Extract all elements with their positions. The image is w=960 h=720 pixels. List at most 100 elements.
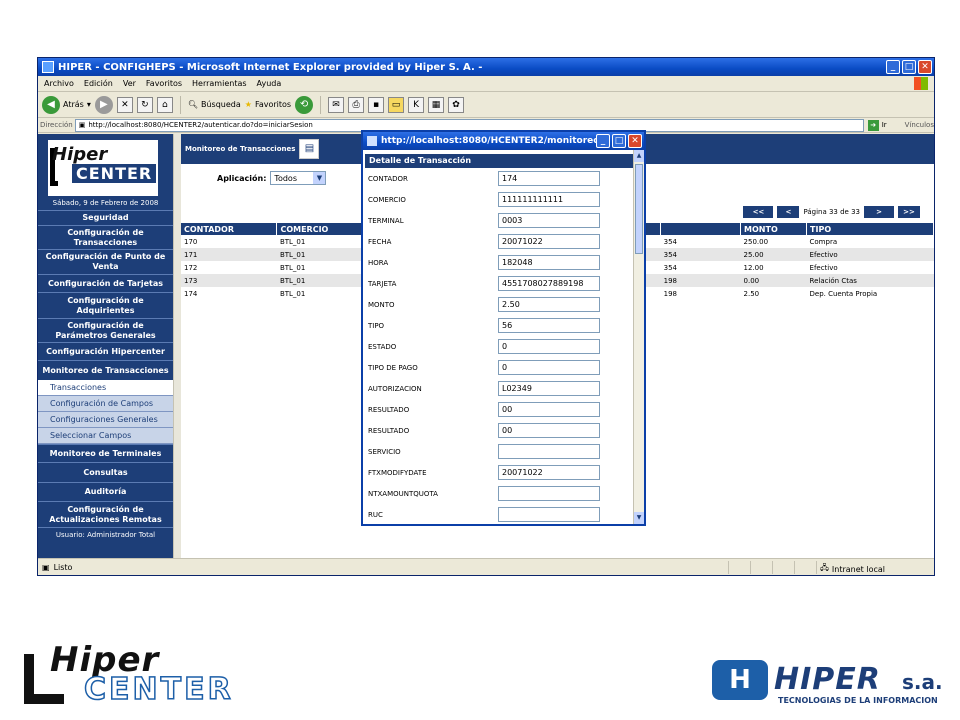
field-input[interactable]: 111111111111 <box>498 192 600 207</box>
stop-button[interactable]: ✕ <box>116 96 133 113</box>
prev-page-button[interactable]: < <box>777 206 800 218</box>
maximize-button[interactable]: □ <box>902 60 916 74</box>
col-contador[interactable]: CONTADOR <box>181 223 278 235</box>
field-input[interactable]: L02349 <box>498 381 600 396</box>
sidebar-item-monitoreo-terminales[interactable]: Monitoreo de Terminales <box>38 444 173 462</box>
sidebar-item-config-tarjetas[interactable]: Configuración de Tarjetas <box>38 274 173 292</box>
field-input[interactable]: 00 <box>498 402 600 417</box>
sidebar-item-config-parametros[interactable]: Configuración de Parámetros Generales <box>38 318 173 342</box>
sidebar-subitem-seleccionar-campos[interactable]: Seleccionar Campos <box>38 428 173 444</box>
windows-logo-icon <box>914 77 928 90</box>
print-button[interactable]: ⎙ <box>348 96 365 113</box>
cell-comercio: BTL_01 <box>279 263 306 272</box>
cell-mid: 354 <box>663 237 677 246</box>
field-input[interactable] <box>498 507 600 522</box>
refresh-button[interactable]: ↻ <box>136 96 153 113</box>
field-label: TARJETA <box>368 279 397 288</box>
sidebar-subitem-transacciones[interactable]: Transacciones <box>38 380 173 396</box>
sidebar-subitem-config-generales[interactable]: Configuraciones Generales <box>38 412 173 428</box>
popup-scrollbar[interactable]: ▲ ▼ <box>633 150 644 524</box>
minimize-button[interactable]: _ <box>886 60 900 74</box>
field-row-ruc: RUC <box>363 504 633 524</box>
field-input[interactable] <box>498 444 600 459</box>
field-input[interactable]: 2.50 <box>498 297 600 312</box>
status-divider <box>816 561 817 574</box>
logo-text-bottom: CENTER <box>72 164 157 183</box>
sidebar-item-config-punto-venta[interactable]: Configuración de Punto de Venta <box>38 249 173 274</box>
discuss-button[interactable]: K <box>408 96 425 113</box>
forward-button[interactable]: ▶ <box>94 95 113 114</box>
field-input[interactable]: 20071022 <box>498 234 600 249</box>
field-label: TERMINAL <box>368 216 404 225</box>
cell-contador: 170 <box>184 237 198 246</box>
sidebar-item-seguridad[interactable]: Seguridad <box>38 210 173 225</box>
popup-minimize-button[interactable]: _ <box>596 134 610 148</box>
close-button[interactable]: ✕ <box>918 60 932 74</box>
menu-favoritos[interactable]: Favoritos <box>146 79 182 88</box>
scroll-thumb[interactable] <box>635 164 643 254</box>
field-row-servicio: SERVICIO <box>363 441 633 462</box>
status-divider <box>750 561 751 574</box>
history-button[interactable]: ⟲ <box>295 95 314 114</box>
home-button[interactable]: ⌂ <box>156 96 173 113</box>
field-label: RESULTADO <box>368 405 410 414</box>
col-monto[interactable]: MONTO <box>740 223 808 235</box>
menu-ver[interactable]: Ver <box>123 79 136 88</box>
first-page-button[interactable]: << <box>743 206 774 218</box>
scroll-down-icon[interactable]: ▼ <box>634 512 644 524</box>
field-input[interactable]: 00 <box>498 423 600 438</box>
field-input[interactable]: 0003 <box>498 213 600 228</box>
sidebar-item-config-adquirientes[interactable]: Configuración de Adquirientes <box>38 292 173 318</box>
sidebar-item-config-hipercenter[interactable]: Configuración Hipercenter <box>38 342 173 360</box>
sidebar-item-config-transacciones[interactable]: Configuración de Transacciones <box>38 225 173 249</box>
menu-archivo[interactable]: Archivo <box>44 79 74 88</box>
field-input[interactable]: 56 <box>498 318 600 333</box>
field-input[interactable]: 4551708027889198 <box>498 276 600 291</box>
edit-button[interactable]: ▪ <box>368 96 385 113</box>
sidebar-item-consultas[interactable]: Consultas <box>38 462 173 482</box>
pager: << < Página 33 de 33 > >> <box>743 206 920 218</box>
sidebar-item-monitoreo-transacciones[interactable]: Monitoreo de Transacciones <box>38 360 173 380</box>
cell-comercio: BTL_01 <box>276 248 365 261</box>
col-tipo[interactable]: TIPO <box>806 223 934 235</box>
menu-edicion[interactable]: Edición <box>84 79 113 88</box>
page-scrollbar[interactable] <box>173 134 181 558</box>
field-input[interactable]: 0 <box>498 360 600 375</box>
field-input[interactable]: 20071022 <box>498 465 600 480</box>
menu-ayuda[interactable]: Ayuda <box>257 79 282 88</box>
next-page-button[interactable]: > <box>864 206 894 218</box>
col-comercio[interactable]: COMERCIO <box>276 223 366 235</box>
dropdown-arrow-icon: ▾ <box>86 100 91 109</box>
cell-monto: 25.00 <box>740 248 807 261</box>
mail-button[interactable]: ✉ <box>328 96 345 113</box>
research-button[interactable]: ▦ <box>428 96 445 113</box>
sidebar-item-actualizaciones-remotas[interactable]: Configuración de Actualizaciones Remotas <box>38 501 173 527</box>
transaction-detail-popup: http://localhost:8080/HCENTER2/monitoreo… <box>361 130 646 526</box>
cell-comercio: BTL_01 <box>279 237 306 246</box>
back-button[interactable]: ◀ Atrás ▾ <box>42 95 91 114</box>
favorites-button[interactable]: ★ Favoritos <box>245 100 291 109</box>
field-input[interactable]: 174 <box>498 171 600 186</box>
field-input[interactable] <box>498 486 600 501</box>
intranet-icon: 🖧 <box>820 563 829 572</box>
back-arrow-icon: ◀ <box>42 95 60 114</box>
field-input[interactable]: 182048 <box>498 255 600 270</box>
popup-close-button[interactable]: ✕ <box>628 134 642 148</box>
sidebar-subitem-config-campos[interactable]: Configuración de Campos <box>38 396 173 412</box>
menu-herramientas[interactable]: Herramientas <box>192 79 247 88</box>
field-input[interactable]: 0 <box>498 339 600 354</box>
search-button[interactable]: 🔍︎ Búsqueda <box>188 100 241 109</box>
popup-maximize-button[interactable]: □ <box>612 134 626 148</box>
page-indicator: Página 33 de 33 <box>803 208 860 216</box>
last-page-button[interactable]: >> <box>898 206 920 218</box>
links-label[interactable]: Vínculos <box>905 121 934 129</box>
folder-button[interactable]: ▭ <box>388 96 405 113</box>
sidebar-item-auditoria[interactable]: Auditoría <box>38 482 173 501</box>
scroll-up-icon[interactable]: ▲ <box>634 150 644 162</box>
go-label[interactable]: Ir <box>882 121 887 129</box>
messenger-button[interactable]: ✿ <box>448 96 465 113</box>
application-select[interactable]: Todos ▼ <box>270 171 327 185</box>
go-button[interactable]: ➜ <box>867 119 879 131</box>
cell-contador: 174 <box>184 289 198 298</box>
field-label: SERVICIO <box>368 447 401 456</box>
